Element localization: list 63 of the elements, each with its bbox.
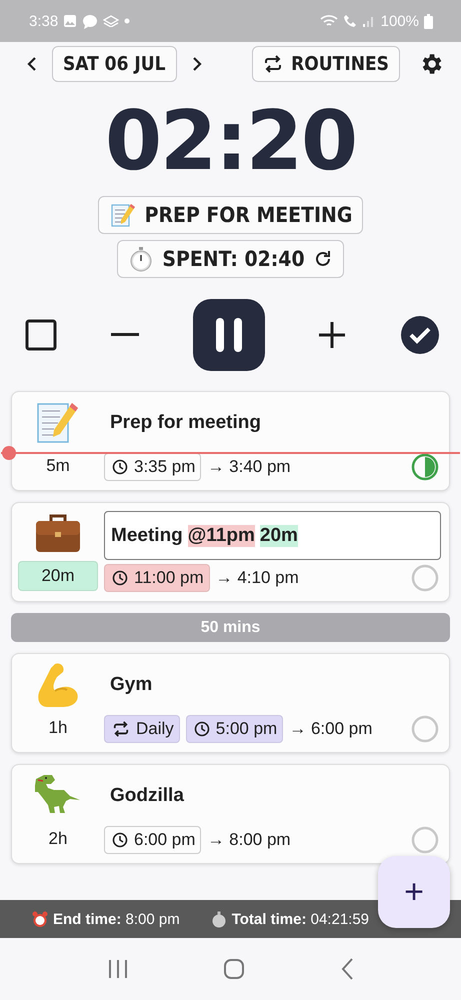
plus-icon[interactable] bbox=[318, 321, 346, 349]
countdown-timer: 02:20 bbox=[104, 94, 357, 190]
stopwatch-icon bbox=[210, 910, 227, 928]
chevron-right-icon bbox=[190, 56, 203, 72]
start-time-tag[interactable]: 5:00 pm bbox=[186, 715, 284, 743]
signal-icon bbox=[362, 14, 376, 28]
check-circle-icon[interactable] bbox=[400, 315, 440, 355]
checkbox-icon[interactable] bbox=[25, 319, 57, 351]
clock-icon bbox=[112, 832, 128, 848]
recent-apps-icon[interactable] bbox=[107, 959, 130, 979]
start-time-tag[interactable]: 3:35 pm bbox=[104, 453, 202, 481]
task-title: Godzilla bbox=[109, 784, 185, 808]
task-title: Gym bbox=[109, 673, 154, 697]
task-card[interactable]: 2h Godzilla 6:00 pm → 8:00 pm bbox=[11, 764, 450, 864]
time-spent-button[interactable]: SPENT: 02:40 bbox=[117, 240, 344, 278]
clock-icon bbox=[194, 721, 210, 737]
add-task-button[interactable]: + bbox=[378, 856, 450, 928]
image-icon bbox=[63, 14, 78, 28]
end-time-label: → 3:40 pm bbox=[207, 457, 291, 477]
repeat-icon bbox=[112, 721, 130, 737]
layers-icon bbox=[103, 15, 120, 27]
repeat-icon bbox=[263, 55, 284, 73]
clock-icon bbox=[112, 459, 128, 475]
task-title-field[interactable]: Meeting @11pm 20m bbox=[104, 511, 441, 560]
end-time-summary: End time: 8:00 pm bbox=[53, 910, 180, 928]
progress-ring[interactable] bbox=[411, 453, 439, 481]
start-time-tag[interactable]: 6:00 pm bbox=[104, 826, 202, 854]
dinosaur-icon bbox=[35, 773, 81, 815]
stopwatch-icon bbox=[128, 246, 154, 272]
chat-icon bbox=[82, 14, 98, 28]
dot-icon bbox=[124, 18, 130, 24]
task-title: Prep for meeting bbox=[109, 411, 262, 435]
home-icon[interactable] bbox=[223, 958, 246, 980]
notepad-pencil-icon bbox=[36, 400, 80, 446]
duration-tag: 20m bbox=[18, 561, 98, 591]
duration-label: 1h bbox=[48, 717, 68, 739]
notepad-pencil-icon bbox=[108, 201, 137, 229]
task-card[interactable]: 20m Meeting @11pm 20m 11:00 pm → 4:10 pm bbox=[11, 502, 450, 602]
wifi-icon bbox=[320, 14, 338, 28]
end-time-label: → 8:00 pm bbox=[207, 830, 291, 850]
end-time-label: → 6:00 pm bbox=[289, 719, 372, 739]
minus-icon[interactable] bbox=[110, 333, 139, 337]
duration-label: 5m bbox=[45, 455, 71, 477]
clock-icon bbox=[112, 570, 128, 586]
current-task-button[interactable]: PREP FOR MEETING bbox=[98, 196, 364, 234]
flexed-arm-icon bbox=[37, 662, 79, 708]
back-icon[interactable] bbox=[340, 958, 354, 980]
alarm-clock-icon bbox=[32, 910, 48, 928]
repeat-tag[interactable]: Daily bbox=[104, 715, 180, 743]
battery-percent: 100% bbox=[380, 12, 419, 30]
routines-button[interactable]: ROUTINES bbox=[252, 46, 400, 82]
phone-icon bbox=[342, 14, 357, 28]
total-time-summary: Total time: 04:21:59 bbox=[232, 910, 370, 928]
pause-button[interactable] bbox=[192, 299, 264, 371]
end-time-label: → 4:10 pm bbox=[216, 568, 299, 588]
chevron-left-icon bbox=[26, 56, 38, 72]
start-time-tag[interactable]: 11:00 pm bbox=[104, 564, 210, 592]
duration-label: 2h bbox=[48, 828, 68, 850]
task-card[interactable]: 1h Gym Daily 5:00 pm → 6:00 pm bbox=[11, 653, 450, 753]
clock-time: 3:38 bbox=[29, 12, 58, 30]
date-button[interactable]: SAT 06 JUL bbox=[52, 46, 177, 82]
free-time-bar: 50 mins bbox=[11, 613, 450, 642]
battery-icon bbox=[424, 14, 433, 28]
